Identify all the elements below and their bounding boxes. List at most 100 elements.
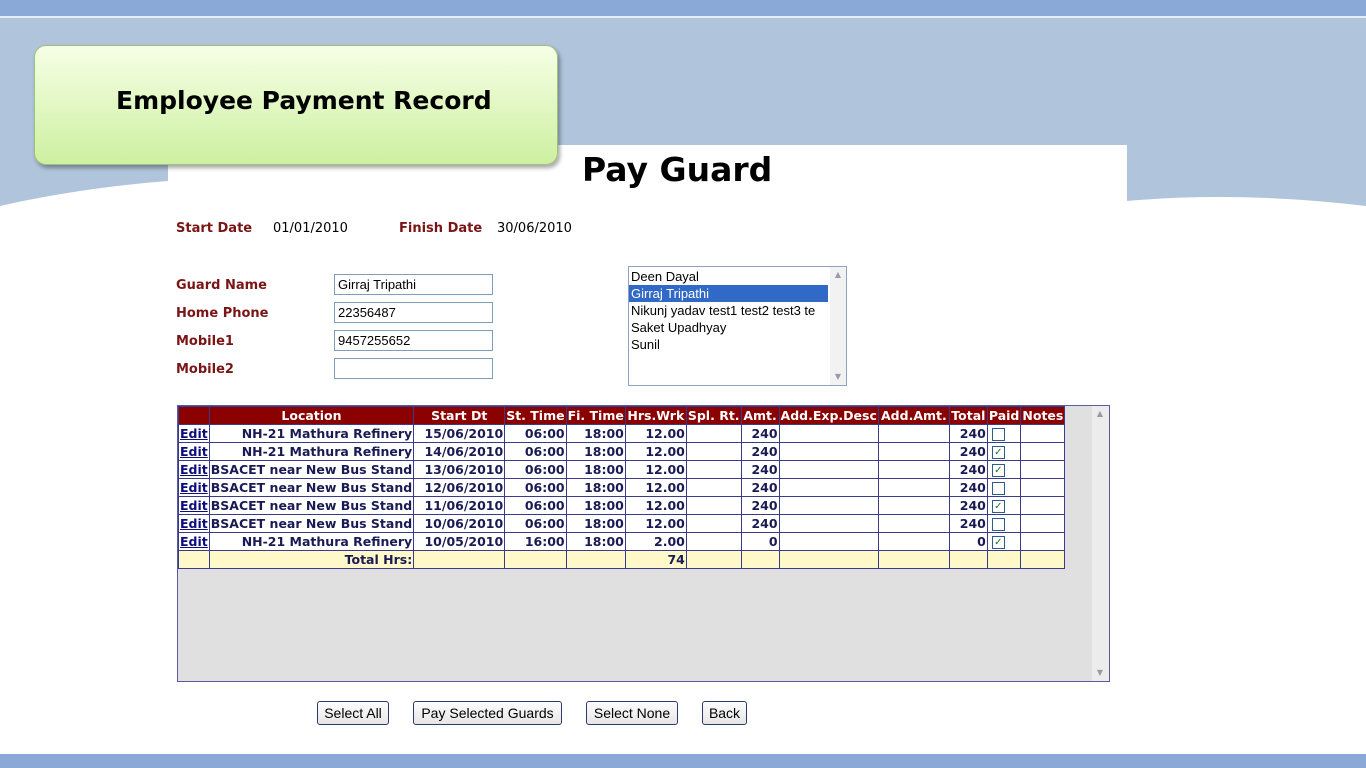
edit-link[interactable]: Edit [178,442,210,461]
cell-location: BSACET near New Bus Stand [208,514,415,533]
total-hours-label: Total Hrs: [208,550,415,569]
cell-location: NH-21 Mathura Refinery [208,532,415,551]
cell-amt: 240 [740,424,780,443]
cell-st-time: 16:00 [504,532,567,551]
column-header[interactable]: Add.Exp.Desc [778,406,879,425]
home-phone-label: Home Phone [176,306,269,321]
column-header[interactable]: Amt. [740,406,780,425]
edit-link[interactable]: Edit [178,532,210,551]
cell-notes [1020,532,1066,551]
total-row-cell [740,550,780,569]
scroll-up-icon[interactable]: ▲ [1093,407,1107,421]
guard-name-field[interactable] [334,274,493,295]
guard-listbox[interactable]: Deen Dayal Girraj Tripathi Nikunj yadav te… [628,266,847,386]
total-row-cell [504,550,567,569]
column-header[interactable]: Spl. Rt. [685,406,742,425]
pay-selected-guards-button[interactable]: Pay Selected Guards [413,701,562,725]
guard-list-items: Deen Dayal Girraj Tripathi Nikunj yadav te… [629,268,828,353]
cell-amt: 240 [740,496,780,515]
paid-checkbox[interactable] [991,428,1005,441]
paid-checkbox[interactable]: ✓ [991,536,1005,549]
start-date-value: 01/01/2010 [273,221,348,236]
paid-checkbox[interactable] [991,518,1005,531]
cell-fi-time: 18:00 [565,496,626,515]
column-header[interactable] [178,406,210,425]
listbox-scrollbar[interactable]: ▲ ▼ [830,267,846,385]
total-row-cell [1020,550,1066,569]
column-header[interactable]: Total [948,406,988,425]
top-border-strip [0,0,1366,18]
guard-list-item[interactable]: Girraj Tripathi [629,285,828,302]
mobile1-field[interactable] [334,330,493,351]
cell-st-time: 06:00 [504,424,567,443]
cell-paid: ✓ [986,460,1022,479]
page-heading: Pay Guard [582,150,773,189]
back-button[interactable]: Back [702,701,747,725]
home-phone-field[interactable] [334,302,493,323]
cell-add-amt [877,460,950,479]
cell-paid [986,478,1022,497]
cell-notes [1020,496,1066,515]
column-header[interactable]: Paid [986,406,1022,425]
edit-link[interactable]: Edit [178,460,210,479]
select-all-button[interactable]: Select All [317,701,389,725]
cell-st-time: 06:00 [504,460,567,479]
cell-hrs: 12.00 [624,460,687,479]
column-header[interactable]: Fi. Time [565,406,626,425]
column-header[interactable]: Start Dt [413,406,506,425]
cell-st-time: 06:00 [504,514,567,533]
table-header-row: Location Start Dt St. Time Fi. Time Hrs.Wrk S… [178,406,1066,425]
scroll-up-icon[interactable]: ▲ [831,268,845,282]
column-header[interactable]: Location [208,406,415,425]
cell-spl-rt [685,514,742,533]
cell-fi-time: 18:00 [565,478,626,497]
cell-start-dt: 15/06/2010 [413,424,506,443]
cell-add-amt [877,442,950,461]
paid-checkbox[interactable]: ✓ [991,446,1005,459]
cell-amt: 240 [740,478,780,497]
cell-add-amt [877,478,950,497]
scroll-down-icon[interactable]: ▼ [1093,666,1107,680]
cell-fi-time: 18:00 [565,442,626,461]
select-none-button[interactable]: Select None [586,701,678,725]
mobile2-field[interactable] [334,358,493,379]
payment-grid-frame: Location Start Dt St. Time Fi. Time Hrs.Wrk S… [177,405,1110,682]
paid-checkbox[interactable]: ✓ [991,464,1005,477]
total-row-cell [178,550,210,569]
cell-start-dt: 10/06/2010 [413,514,506,533]
column-header[interactable]: Hrs.Wrk [624,406,687,425]
guard-list-item[interactable]: Sunil [629,336,828,353]
edit-link[interactable]: Edit [178,478,210,497]
guard-list-item[interactable]: Saket Upadhyay [629,319,828,336]
cell-add-desc [778,532,879,551]
scroll-down-icon[interactable]: ▼ [831,370,845,384]
cell-hrs: 12.00 [624,496,687,515]
guard-list-item[interactable]: Nikunj yadav test1 test2 test3 te [629,302,828,319]
cell-total: 0 [948,532,988,551]
cell-add-desc [778,496,879,515]
cell-notes [1020,460,1066,479]
cell-spl-rt [685,460,742,479]
table-row: Edit NH-21 Mathura Refinery 15/06/2010 06:0… [178,424,1066,443]
column-header[interactable]: St. Time [504,406,567,425]
paid-checkbox[interactable] [991,482,1005,495]
cell-start-dt: 11/06/2010 [413,496,506,515]
table-row: Edit BSACET near New Bus Stand 12/06/2010 0… [178,478,1066,497]
mobile1-label: Mobile1 [176,334,234,349]
cell-spl-rt [685,478,742,497]
column-header[interactable]: Notes [1020,406,1066,425]
edit-link[interactable]: Edit [178,496,210,515]
cell-total: 240 [948,478,988,497]
column-header[interactable]: Add.Amt. [877,406,950,425]
guard-list-item[interactable]: Deen Dayal [629,268,828,285]
cell-paid [986,424,1022,443]
cell-add-desc [778,442,879,461]
grid-scrollbar[interactable]: ▲ ▼ [1092,406,1109,681]
total-row-cell [986,550,1022,569]
cell-fi-time: 18:00 [565,514,626,533]
paid-checkbox[interactable]: ✓ [991,500,1005,513]
cell-spl-rt [685,424,742,443]
edit-link[interactable]: Edit [178,514,210,533]
edit-link[interactable]: Edit [178,424,210,443]
cell-hrs: 12.00 [624,424,687,443]
